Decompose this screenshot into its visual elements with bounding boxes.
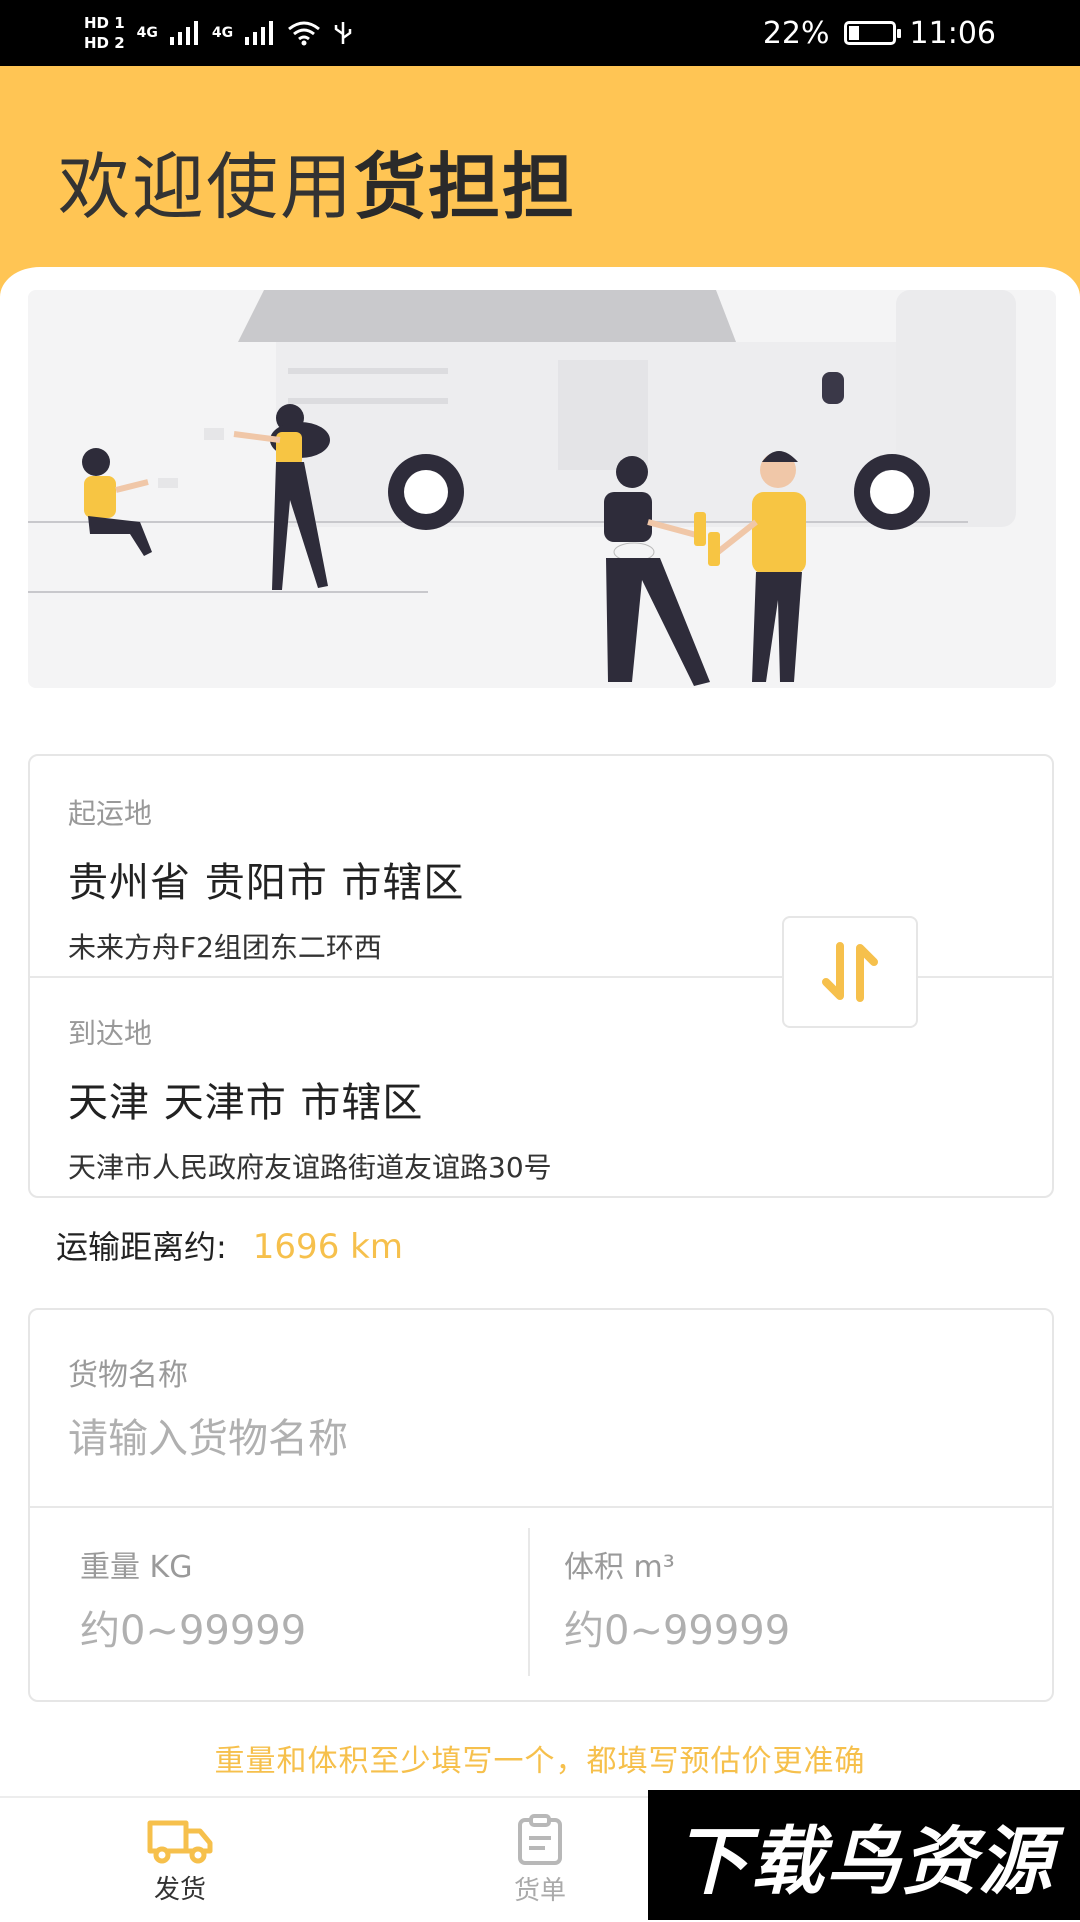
truck-icon xyxy=(147,1820,213,1863)
cargo-name-label: 货物名称 xyxy=(68,1358,188,1393)
status-left: HD 1 HD 2 4G 4G xyxy=(84,13,353,53)
usb-icon xyxy=(334,22,352,44)
hero-illustration xyxy=(28,290,1056,688)
destination-city: 天津 天津市 市辖区 xyxy=(68,1080,424,1126)
signal-icon xyxy=(245,21,274,45)
clock: 11:06 xyxy=(909,15,996,51)
clipboard-icon xyxy=(518,1813,562,1865)
swap-locations-button[interactable] xyxy=(782,916,918,1028)
hd-indicators: HD 1 HD 2 xyxy=(84,13,125,53)
hd1-indicator: HD 1 xyxy=(84,14,125,32)
cargo-name-field: 货物名称 xyxy=(68,1350,1014,1462)
welcome-prefix: 欢迎使用 xyxy=(58,145,355,229)
volume-field: 体积 m³ xyxy=(564,1542,1004,1654)
header: 欢迎使用货担担 xyxy=(0,66,1080,307)
tab-orders-label: 货单 xyxy=(513,1875,566,1906)
cargo-name-input[interactable] xyxy=(68,1416,1014,1462)
hint-text: 重量和体积至少填写一个，都填写预估价更准确 xyxy=(214,1744,866,1779)
battery-percent: 22% xyxy=(762,15,830,51)
hd2-indicator: HD 2 xyxy=(84,34,125,52)
weight-label: 重量 KG xyxy=(80,1550,193,1585)
weight-input[interactable] xyxy=(80,1608,500,1654)
welcome-title: 欢迎使用货担担 xyxy=(58,128,576,233)
distance-row: 运输距离约: 1696 km xyxy=(56,1222,403,1268)
swap-vertical-icon xyxy=(822,942,878,1002)
weight-field: 重量 KG xyxy=(80,1542,500,1654)
cargo-vertical-divider xyxy=(528,1528,530,1676)
tab-ship-label: 发货 xyxy=(153,1874,206,1905)
tab-ship[interactable]: 发货 xyxy=(80,1798,280,1922)
signal-icon xyxy=(169,21,198,45)
origin-city: 贵州省 贵阳市 市辖区 xyxy=(68,860,465,906)
delivery-truck-illustration xyxy=(28,290,1056,688)
network-type-1: 4G xyxy=(136,25,158,41)
brand-name: 货担担 xyxy=(354,145,577,229)
watermark-logo: 下载鸟资源 xyxy=(648,1790,1080,1920)
destination-address: 天津市人民政府友谊路街道友谊路30号 xyxy=(68,1151,552,1184)
volume-label: 体积 m³ xyxy=(564,1550,675,1585)
network-type-2: 4G xyxy=(211,25,234,41)
route-card: 起运地 贵州省 贵阳市 市辖区 未来方舟F2组团东二环西 到达地 天津 天津市 … xyxy=(28,754,1054,1198)
cargo-divider xyxy=(30,1506,1052,1508)
tab-orders[interactable]: 货单 xyxy=(440,1798,640,1922)
status-bar: HD 1 HD 2 4G 4G 22% 11:06 xyxy=(0,0,1080,66)
wifi-icon xyxy=(288,21,321,46)
cargo-card: 货物名称 重量 KG 体积 m³ xyxy=(28,1308,1054,1702)
volume-input[interactable] xyxy=(564,1608,1004,1654)
distance-label: 运输距离约: xyxy=(56,1228,227,1266)
watermark-text: 下载鸟资源 xyxy=(674,1818,1054,1905)
distance-value: 1696 km xyxy=(252,1227,403,1267)
status-right: 22% 11:06 xyxy=(763,16,996,51)
destination-row[interactable]: 到达地 天津 天津市 市辖区 天津市人民政府友谊路街道友谊路30号 xyxy=(68,1012,1014,1186)
origin-label: 起运地 xyxy=(68,797,153,830)
battery-icon xyxy=(843,21,901,45)
